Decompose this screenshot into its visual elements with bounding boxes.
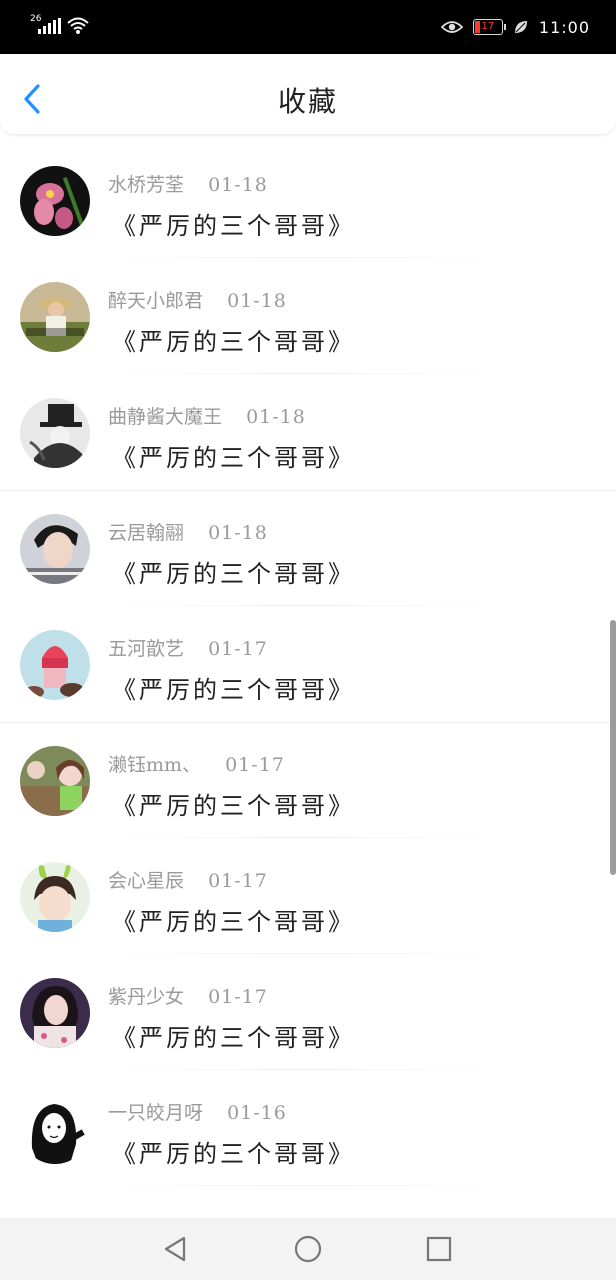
signal-icon [38, 18, 61, 34]
work-title[interactable]: 《严厉的三个哥哥》 [112, 902, 355, 937]
status-right: 17 11:00 [440, 14, 590, 40]
work-title[interactable]: 《严厉的三个哥哥》 [112, 554, 355, 589]
list-item[interactable]: 曲静酱大魔王 01-18 《严厉的三个哥哥》 [0, 374, 616, 490]
status-bar: 26 17 11:00 [0, 0, 616, 54]
user-name: 一只皎月呀 [108, 1102, 204, 1124]
avatar[interactable] [20, 746, 90, 816]
user-name: 云居翰翮 [108, 522, 185, 544]
child-bunny-avatar-icon [20, 862, 90, 932]
wifi-icon [67, 17, 89, 34]
item-date: 01-18 [208, 522, 268, 544]
list-item[interactable]: 会心星辰 01-17 《严厉的三个哥哥》 [0, 838, 616, 954]
avatar[interactable] [20, 282, 90, 352]
leaf-icon [514, 21, 527, 33]
recent-square-icon[interactable] [424, 1234, 454, 1264]
system-nav-bar [0, 1218, 616, 1280]
avatar[interactable] [20, 1094, 90, 1164]
clock: 11:00 [538, 17, 590, 37]
list-item[interactable]: 云居翰翮 01-18 《严厉的三个哥哥》 [0, 490, 616, 606]
ice-cream-avatar-icon [20, 630, 90, 700]
boy-avatar-icon [20, 514, 90, 584]
item-meta: 水桥芳荃 01-18 [108, 170, 268, 197]
item-date: 01-17 [208, 638, 268, 660]
avatar[interactable] [20, 398, 90, 468]
woman-avatar-icon [20, 978, 90, 1048]
item-meta: 一只皎月呀 01-16 [108, 1098, 287, 1125]
item-meta: 云居翰翮 01-18 [108, 518, 268, 545]
sketch-girl-avatar-icon [20, 1094, 90, 1164]
list-item[interactable]: 醉天小郎君 01-18 《严厉的三个哥哥》 [0, 258, 616, 374]
item-date: 01-18 [246, 406, 306, 428]
item-date: 01-18 [208, 174, 268, 196]
girl-market-avatar-icon [20, 746, 90, 816]
item-meta: 五河歆艺 01-17 [108, 634, 268, 661]
item-date: 01-16 [227, 1102, 287, 1124]
divider [95, 1185, 511, 1186]
avatar[interactable] [20, 978, 90, 1048]
top-hat-avatar-icon [20, 398, 90, 468]
item-meta: 曲静酱大魔王 01-18 [108, 402, 306, 429]
orchid-avatar-icon [20, 166, 90, 236]
avatar[interactable] [20, 514, 90, 584]
user-name: 紫丹少女 [108, 986, 185, 1008]
back-triangle-icon[interactable] [160, 1234, 190, 1264]
user-name: 五河歆艺 [108, 638, 185, 660]
user-name: 濑钰mm、 [108, 754, 202, 776]
item-date: 01-17 [225, 754, 285, 776]
list-item[interactable]: 一只皎月呀 01-16 《严厉的三个哥哥》 [0, 1070, 616, 1186]
list-item[interactable]: 紫丹少女 01-17 《严厉的三个哥哥》 [0, 954, 616, 1070]
battery-level: 17 [481, 21, 495, 32]
avatar[interactable] [20, 630, 90, 700]
battery-icon: 17 [472, 19, 506, 35]
work-title[interactable]: 《严厉的三个哥哥》 [112, 670, 355, 705]
work-title[interactable]: 《严厉的三个哥哥》 [112, 322, 355, 357]
work-title[interactable]: 《严厉的三个哥哥》 [112, 206, 355, 241]
list-item[interactable]: 濑钰mm、 01-17 《严厉的三个哥哥》 [0, 722, 616, 838]
user-name: 曲静酱大魔王 [108, 406, 223, 428]
item-meta: 紫丹少女 01-17 [108, 982, 268, 1009]
user-name: 醉天小郎君 [108, 290, 204, 312]
scrollbar[interactable] [610, 620, 616, 875]
avatar[interactable] [20, 862, 90, 932]
list-item[interactable]: 水桥芳荃 01-18 《严厉的三个哥哥》 [0, 142, 616, 258]
home-circle-icon[interactable] [293, 1234, 323, 1264]
list-item[interactable]: 五河歆艺 01-17 《严厉的三个哥哥》 [0, 606, 616, 722]
work-title[interactable]: 《严厉的三个哥哥》 [112, 786, 355, 821]
avatar[interactable] [20, 166, 90, 236]
item-date: 01-18 [227, 290, 287, 312]
user-name: 会心星辰 [108, 870, 185, 892]
page-title: 收藏 [277, 85, 338, 118]
item-meta: 醉天小郎君 01-18 [108, 286, 287, 313]
app-header: 收藏 [0, 54, 616, 135]
item-date: 01-17 [208, 986, 268, 1008]
field-girl-avatar-icon [20, 282, 90, 352]
favorites-list: 水桥芳荃 01-18 《严厉的三个哥哥》 醉天小郎君 01-18 《严厉的三个哥… [0, 142, 616, 1186]
eye-icon [440, 21, 463, 33]
work-title[interactable]: 《严厉的三个哥哥》 [112, 438, 355, 473]
item-meta: 濑钰mm、 01-17 [108, 750, 285, 777]
item-meta: 会心星辰 01-17 [108, 866, 268, 893]
user-name: 水桥芳荃 [108, 174, 185, 196]
work-title[interactable]: 《严厉的三个哥哥》 [112, 1134, 355, 1169]
work-title[interactable]: 《严厉的三个哥哥》 [112, 1018, 355, 1053]
item-date: 01-17 [208, 870, 268, 892]
